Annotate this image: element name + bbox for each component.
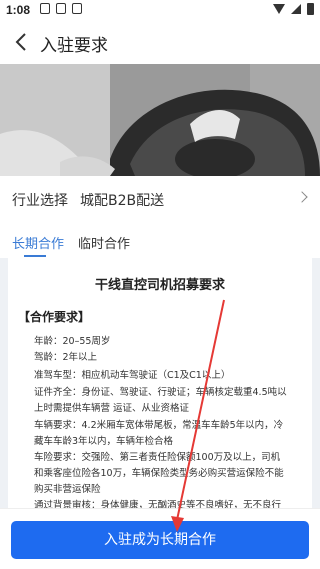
- header-bar: 入驻要求: [0, 20, 320, 64]
- notification-icon: [56, 3, 66, 14]
- industry-value: 城配B2B配送: [80, 193, 165, 209]
- industry-label: 行业选择: [12, 193, 68, 209]
- notification-icon: [40, 3, 50, 14]
- requirement-line: 驾龄：2年以上: [34, 352, 98, 363]
- requirement-line: 车辆要求：4.2米厢车宽体带尾板，常温车车龄5年以内，冷: [34, 420, 284, 431]
- join-long-term-button[interactable]: 入驻成为长期合作: [11, 521, 309, 559]
- tab-temporary[interactable]: 临时合作: [78, 233, 130, 252]
- notification-icon: [72, 3, 82, 14]
- requirements-card: 干线直控司机招募要求 【合作要求】 年龄：20–55周岁 驾龄：2年以上 准驾车…: [8, 258, 312, 518]
- status-time: 1:08: [6, 3, 31, 17]
- wifi-icon: [273, 4, 285, 14]
- system-icons: [273, 3, 314, 15]
- status-bar: 1:08: [0, 0, 320, 20]
- tab-long-term[interactable]: 长期合作: [12, 233, 64, 252]
- card-title: 干线直控司机招募要求: [94, 278, 225, 293]
- signal-icon: [291, 4, 301, 14]
- section-title: 【合作要求】: [18, 310, 91, 324]
- industry-selector[interactable]: 行业选择 城配B2B配送: [0, 176, 320, 223]
- back-arrow-icon[interactable]: [11, 31, 33, 53]
- notification-icons: [40, 3, 82, 14]
- requirement-line: 准驾车型：相应机动车驾驶证（C1及C1以上）: [34, 370, 231, 381]
- battery-icon: [307, 3, 314, 15]
- requirement-line: 证件齐全：身份证、驾驶证、行驶证；车辆核定载重4.5吨以: [34, 387, 287, 398]
- requirement-line: 年龄：20–55周岁: [34, 336, 111, 347]
- requirement-line: 藏车车龄3年以内，车辆年检合格: [34, 436, 174, 447]
- cooperation-tabs: 长期合作 临时合作: [0, 222, 320, 258]
- banner-image: [0, 64, 320, 176]
- requirement-line: 和乘客座位险各10万，车辆保险类型务必购买营运保险不能: [34, 468, 284, 479]
- requirement-line: 购买非营运保险: [34, 484, 101, 495]
- chevron-right-icon: [296, 191, 308, 203]
- requirement-line: 上时需提供车辆营 运证、从业资格证: [34, 403, 190, 414]
- steering-wheel-illustration: [0, 64, 320, 176]
- active-tab-indicator: [24, 255, 46, 257]
- requirement-line: 车险要求：交强险、第三者责任险保额100万及以上，司机: [34, 452, 281, 463]
- page-title: 入驻要求: [40, 36, 108, 56]
- bottom-action-bar: 入驻成为长期合作: [0, 508, 320, 569]
